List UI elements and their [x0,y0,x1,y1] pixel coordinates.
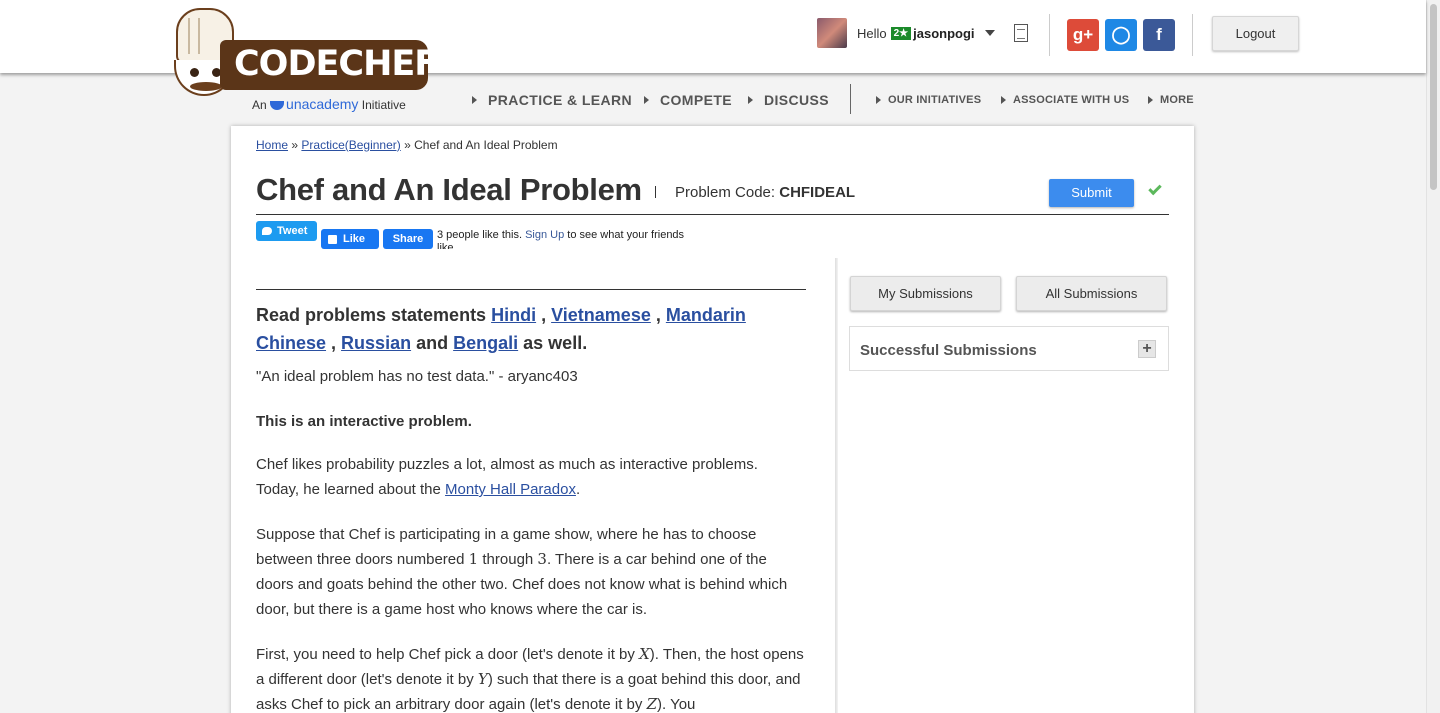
nav-more[interactable]: MORE [1148,86,1194,114]
document-icon[interactable] [1014,24,1028,42]
page-title: Chef and An Ideal Problem [256,172,642,207]
greeting-text: Hello [857,25,887,41]
all-submissions-button[interactable]: All Submissions [1016,276,1167,311]
user-avatar[interactable] [817,18,847,48]
quote-text: "An ideal problem has no test data." - a… [256,368,578,385]
brand-tagline: An unacademy Initiative [252,96,406,112]
user-menu[interactable]: Hello 2★ jasonpogi [817,18,995,48]
fb-like-text: 3 people like this. Sign Up to see what … [437,229,685,249]
breadcrumb-home[interactable]: Home [256,138,288,152]
paragraph-2: Suppose that Chef is participating in a … [256,526,788,618]
codechef-logo[interactable]: CODECHEF An unacademy Initiative [170,8,438,114]
statement-rule [256,289,806,290]
page-scrollbar[interactable] [1426,0,1440,713]
lang-link-bengali[interactable]: Bengali [453,333,518,353]
problem-statement: Read problems statements Hindi , Vietnam… [256,301,804,713]
nav-divider [850,84,851,114]
google-plus-icon[interactable]: g+ [1067,19,1099,51]
successful-submissions-panel[interactable]: Successful Submissions + [849,326,1169,371]
caret-right-icon [644,96,649,104]
twitter-bird-icon [262,227,272,235]
header-divider [1049,14,1050,56]
column-divider [835,258,838,713]
chevron-down-icon[interactable] [984,30,995,36]
brand-name: CODECHEF [220,40,438,90]
interactive-note: This is an interactive problem. [256,413,472,430]
problem-code: Problem Code: CHFIDEAL [675,184,856,201]
scrollbar-thumb[interactable] [1430,4,1437,190]
breadcrumb: Home » Practice(Beginner) » Chef and An … [256,138,558,152]
caret-right-icon [1148,96,1153,104]
facebook-icon[interactable]: f [1143,19,1175,51]
rating-star-badge: 2★ [890,26,912,40]
lang-link-vietnamese[interactable]: Vietnamese [551,305,651,325]
nav-our-initiatives[interactable]: OUR INITIATIVES [876,86,981,114]
username[interactable]: jasonpogi [913,26,974,41]
unacademy-icon [270,101,285,110]
my-submissions-button[interactable]: My Submissions [850,276,1001,311]
caret-right-icon [876,96,881,104]
fb-share-button[interactable]: Share [383,229,433,249]
expand-plus-icon[interactable]: + [1138,340,1156,358]
nav-discuss[interactable]: DISCUSS [748,86,829,114]
lang-link-russian[interactable]: Russian [341,333,411,353]
paragraph-3: First, you need to help Chef pick a door… [256,645,804,713]
logout-button[interactable]: Logout [1212,16,1299,51]
nav-practice-learn[interactable]: PRACTICE & LEARN [472,86,632,114]
github-icon[interactable]: ◯ [1105,19,1137,51]
monty-hall-link[interactable]: Monty Hall Paradox [445,481,576,498]
paragraph-1: Chef likes probability puzzles a lot, al… [256,456,758,498]
title-rule [256,214,1169,215]
submit-button[interactable]: Submit [1049,179,1134,207]
caret-right-icon [748,96,753,104]
fb-like-button[interactable]: Like [321,229,379,249]
breadcrumb-practice[interactable]: Practice(Beginner) [301,138,400,152]
header-divider [1192,14,1193,56]
language-links: Read problems statements Hindi , Vietnam… [256,305,746,353]
solved-check-icon [1148,181,1162,196]
breadcrumb-current: Chef and An Ideal Problem [414,138,558,152]
lang-link-hindi[interactable]: Hindi [491,305,536,325]
caret-right-icon [472,96,477,104]
fb-signup-link[interactable]: Sign Up [525,229,564,241]
nav-associate-with-us[interactable]: ASSOCIATE WITH US [1001,86,1129,114]
tweet-button[interactable]: Tweet [256,221,317,241]
caret-right-icon [1001,96,1006,104]
successful-submissions-label: Successful Submissions [860,342,1037,359]
thumbs-up-icon [328,234,337,244]
nav-compete[interactable]: COMPETE [644,86,732,114]
title-divider [655,186,656,198]
problem-card: Home » Practice(Beginner) » Chef and An … [231,126,1194,713]
